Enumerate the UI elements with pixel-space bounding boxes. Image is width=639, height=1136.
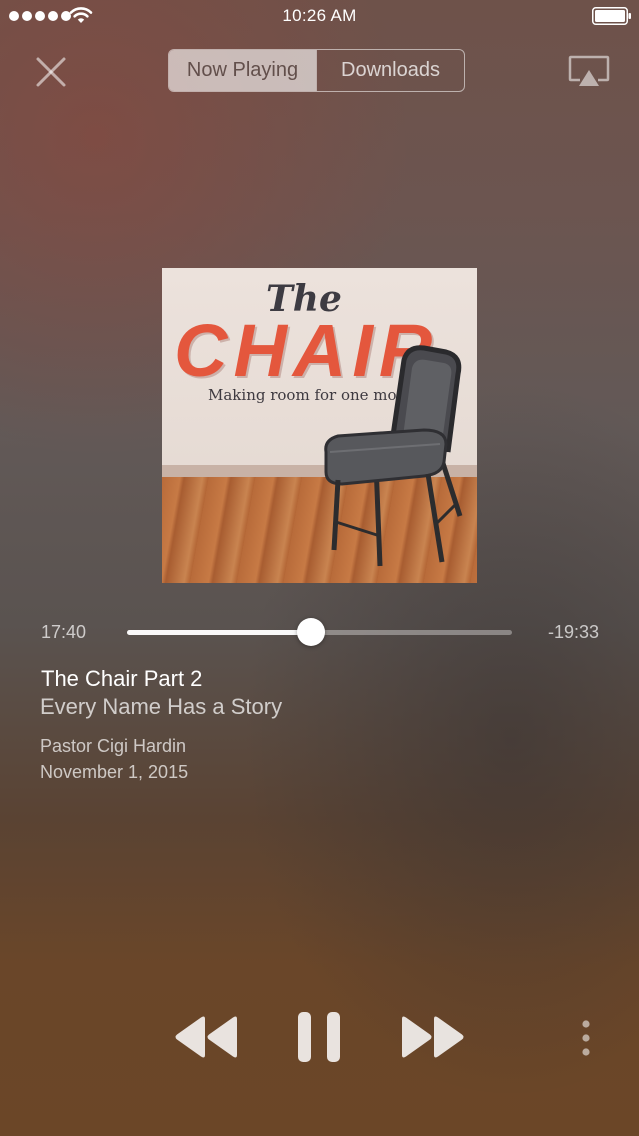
airplay-icon <box>568 55 610 86</box>
pause-icon <box>298 1012 340 1062</box>
rewind-button[interactable] <box>173 1013 239 1061</box>
remaining-time: -19:33 <box>547 622 599 642</box>
fast-forward-icon <box>402 1016 464 1058</box>
elapsed-time: 17:40 <box>41 622 87 642</box>
more-options-button[interactable] <box>578 1019 594 1057</box>
airplay-button[interactable] <box>568 55 610 89</box>
rewind-icon <box>175 1016 237 1058</box>
battery-icon <box>592 7 631 25</box>
progress-fill <box>127 630 312 635</box>
scrubber-handle[interactable] <box>297 618 326 646</box>
speaker-name: Pastor Cigi Hardin <box>40 736 187 756</box>
close-button[interactable] <box>31 52 71 92</box>
more-vertical-icon <box>582 1020 590 1056</box>
track-date: November 1, 2015 <box>40 762 189 782</box>
tab-downloads[interactable]: Downloads <box>316 50 464 91</box>
status-bar: 10:26 AM <box>0 0 639 34</box>
pause-button[interactable] <box>296 1011 342 1063</box>
track-title: The Chair Part 2 <box>41 666 203 691</box>
chair-illustration <box>324 345 463 567</box>
fast-forward-button[interactable] <box>400 1013 466 1061</box>
status-time: 10:26 AM <box>282 6 357 25</box>
tab-now-playing[interactable]: Now Playing <box>169 50 316 91</box>
album-artwork: The CHAIR Making room for one more... <box>162 268 477 583</box>
view-switcher: Now Playing Downloads <box>168 49 465 92</box>
close-icon <box>36 57 66 87</box>
series-title: Every Name Has a Story <box>40 694 283 719</box>
